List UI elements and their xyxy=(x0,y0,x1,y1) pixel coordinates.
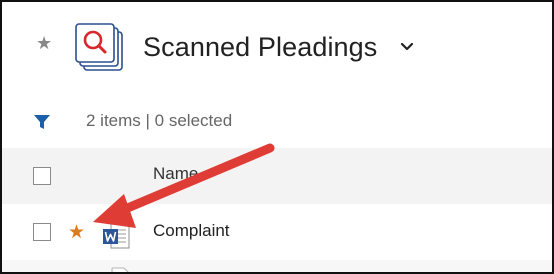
row-checkbox[interactable] xyxy=(33,223,51,241)
library-search-icon xyxy=(75,23,123,71)
page-title: Scanned Pleadings xyxy=(143,32,378,62)
select-all-checkbox[interactable] xyxy=(33,167,51,185)
table-row[interactable]: ★ Complaint xyxy=(2,204,552,260)
library-header: ★ Scanned Pleadings xyxy=(2,2,552,92)
item-count-status: 2 items | 0 selected xyxy=(86,111,233,130)
word-document-icon xyxy=(103,221,130,249)
filter-bar: 2 items | 0 selected xyxy=(2,105,552,137)
table-row[interactable] xyxy=(2,260,552,272)
favorite-star-icon[interactable]: ★ xyxy=(68,223,85,242)
filter-icon[interactable] xyxy=(33,113,51,131)
chevron-down-icon[interactable] xyxy=(400,42,414,52)
screenshot-frame: ★ Scanned Pleadings 2 items | 0 selected… xyxy=(0,0,554,274)
column-header-name[interactable]: Name xyxy=(153,164,198,184)
column-header-row: Name xyxy=(2,148,552,204)
document-icon xyxy=(111,267,129,272)
document-name-link[interactable]: Complaint xyxy=(153,221,230,241)
favorite-star-icon[interactable]: ★ xyxy=(36,34,52,52)
